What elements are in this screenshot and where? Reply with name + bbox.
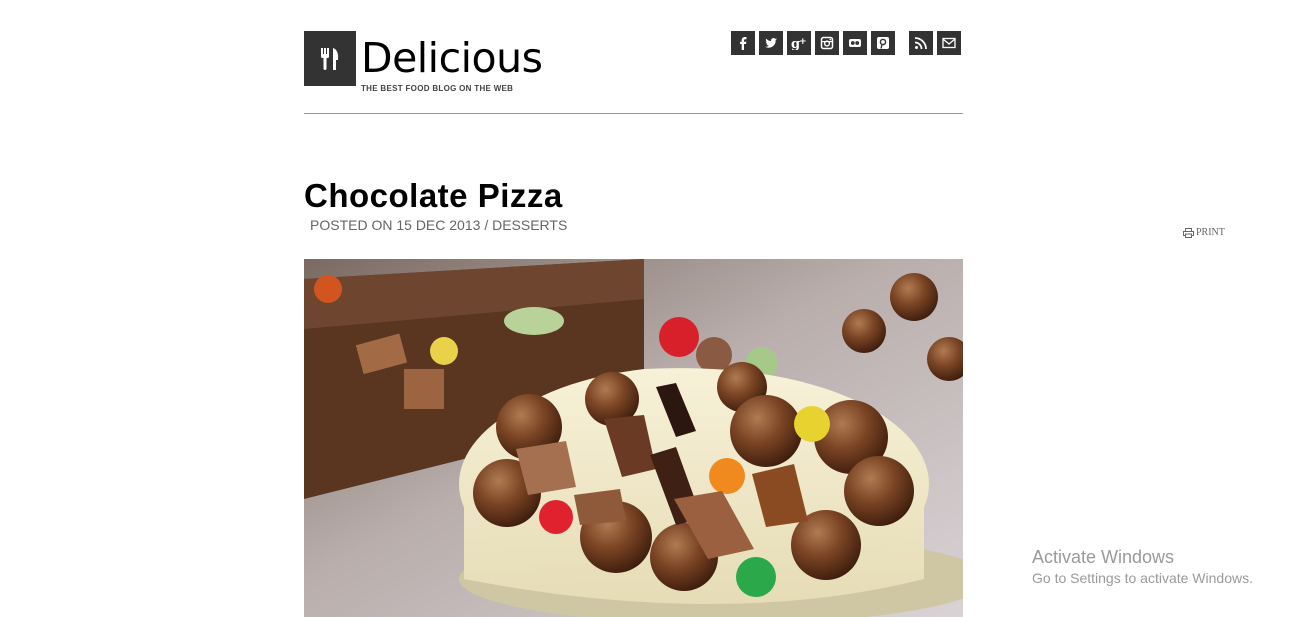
- site-logo[interactable]: [304, 31, 356, 86]
- facebook-icon[interactable]: [731, 31, 755, 55]
- rss-icon[interactable]: [909, 31, 933, 55]
- svg-text:+: +: [799, 37, 807, 47]
- printer-icon: [1183, 227, 1194, 238]
- header-divider: [304, 113, 963, 114]
- email-icon[interactable]: [937, 31, 961, 55]
- meta-separator: /: [484, 217, 489, 233]
- activate-windows-watermark: Activate Windows Go to Settings to activ…: [1032, 546, 1253, 588]
- site-tagline: THE BEST FOOD BLOG ON THE WEB: [361, 84, 514, 93]
- print-label: PRINT: [1196, 227, 1225, 238]
- watermark-subtitle: Go to Settings to activate Windows.: [1032, 570, 1253, 586]
- watermark-title: Activate Windows: [1032, 547, 1175, 567]
- google-plus-icon[interactable]: g +: [787, 31, 811, 55]
- site-title[interactable]: Delicious: [361, 34, 543, 82]
- print-button[interactable]: PRINT: [1183, 227, 1225, 238]
- post-meta-prefix: POSTED ON: [310, 217, 393, 233]
- fork-knife-icon: [321, 47, 339, 70]
- twitter-icon[interactable]: [759, 31, 783, 55]
- post-category-link[interactable]: DESSERTS: [492, 217, 567, 233]
- instagram-icon[interactable]: [815, 31, 839, 55]
- post-title[interactable]: Chocolate Pizza: [304, 177, 563, 215]
- post-featured-image: [304, 259, 963, 617]
- pinterest-icon[interactable]: [871, 31, 895, 55]
- post-date: 15 DEC 2013: [396, 217, 481, 233]
- flickr-icon[interactable]: [843, 31, 867, 55]
- post-meta: POSTED ON 15 DEC 2013 / DESSERTS: [310, 217, 567, 233]
